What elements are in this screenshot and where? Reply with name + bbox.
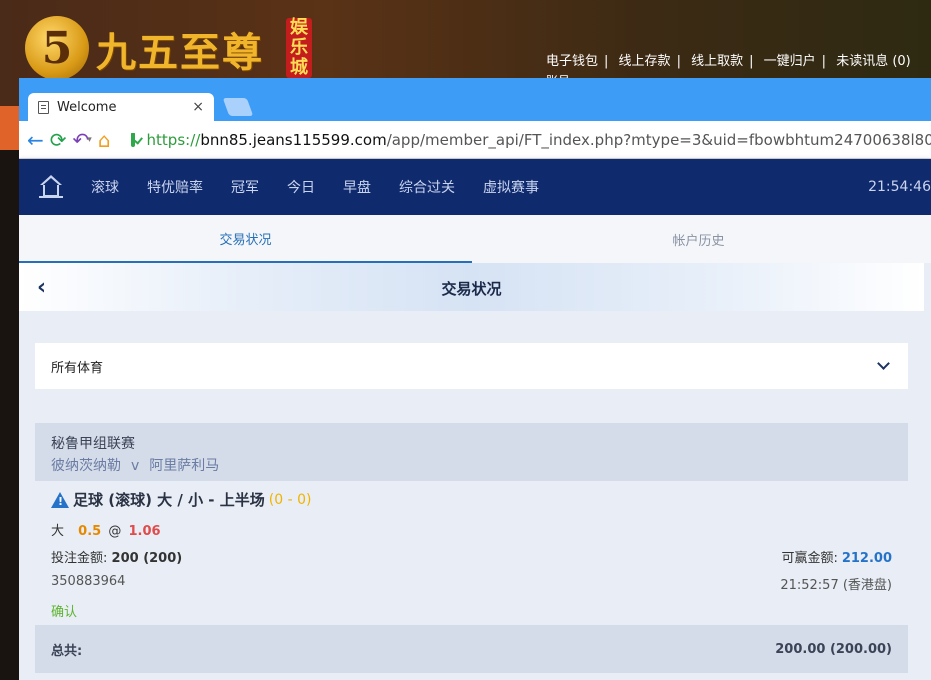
match-score: (0 - 0) [268, 491, 312, 508]
nav-virtual[interactable]: 虚拟赛事 [483, 177, 539, 197]
topnav-withdraw[interactable]: 线上取款 [691, 54, 743, 69]
page-title: 交易状况 [441, 280, 502, 298]
topnav-deposit[interactable]: 线上存款 [619, 54, 671, 69]
stake-value: 200 (200) [111, 551, 183, 566]
chevron-down-icon [877, 357, 890, 370]
home-team: 彼纳茨纳勒 [51, 458, 121, 474]
topnav-messages[interactable]: 未读讯息 (0) [836, 54, 911, 69]
casino-logo-badge: 娱乐城 [286, 18, 312, 78]
bet-card: 足球 (滚球) 大 / 小 - 上半场 (0 - 0) 大 0.5 @ 1.06… [35, 481, 908, 625]
topnav-ewallet[interactable]: 电子钱包 [546, 54, 598, 69]
browser-tab[interactable]: Welcome × [28, 93, 214, 121]
new-tab-button[interactable] [222, 98, 254, 116]
league-name: 秘鲁甲组联赛 [51, 436, 135, 452]
sport-filter-dropdown[interactable]: 所有体育 [35, 343, 908, 389]
bet-handicap: 0.5 [78, 524, 102, 539]
page-icon [38, 100, 49, 114]
address-bar: ← ⟳ ↶ ▾ ⌂ https://bnn85.jeans115599.com/… [19, 121, 931, 159]
casino-logo-text: 九五至尊 [96, 29, 264, 76]
site-navigation: 滚球 特优赔率 冠军 今日 早盘 综合过关 虚拟赛事 21:54:46 [19, 159, 931, 215]
nav-parlay[interactable]: 综合过关 [399, 177, 455, 197]
casino-logo-icon: 5 [25, 16, 89, 80]
total-label: 总共: [51, 643, 83, 659]
main-content: 所有体育 秘鲁甲组联赛 彼纳茨纳勒 v 阿里萨利马 足球 (滚球) 大 / 小 - … [19, 311, 931, 680]
win-label: 可赢金额: [781, 551, 838, 566]
back-arrow-icon[interactable]: ← [27, 128, 44, 152]
home-icon[interactable]: ⌂ [98, 128, 111, 152]
clock: 21:54:46 [868, 179, 931, 195]
site-home-icon[interactable] [39, 175, 63, 199]
status-badge: 确认 [51, 605, 78, 620]
sub-tabs: 交易状况 帐户历史 [19, 215, 931, 263]
away-team: 阿里萨利马 [149, 458, 220, 474]
match-teams: 彼纳茨纳勒 v 阿里萨利马 [51, 455, 892, 475]
bet-odds: 1.06 [128, 524, 161, 539]
total-row: 总共: 200.00 (200.00) [35, 625, 908, 673]
nav-today[interactable]: 今日 [287, 177, 315, 197]
nav-special-odds[interactable]: 特优赔率 [147, 177, 203, 197]
warning-icon [51, 491, 69, 508]
url-input[interactable]: https://bnn85.jeans115599.com/app/member… [147, 131, 931, 149]
bet-market: 足球 (滚球) 大 / 小 - 上半场 [73, 491, 265, 509]
browser-tab-bar: Welcome × [19, 78, 931, 121]
ticket-id: 350883964 [51, 574, 126, 589]
nav-early[interactable]: 早盘 [343, 177, 371, 197]
background-orange-strip [0, 106, 19, 150]
tab-transaction-status[interactable]: 交易状况 [19, 215, 472, 263]
at-symbol: @ [108, 524, 122, 539]
sport-filter-value: 所有体育 [51, 360, 104, 376]
page-title-bar: ‹ 交易状况 [19, 263, 924, 311]
vs-label: v [131, 458, 140, 474]
total-value: 200.00 (200.00) [775, 641, 892, 657]
browser-window: Welcome × ← ⟳ ↶ ▾ ⌂ https://bnn85.jeans1… [19, 78, 931, 680]
undo-dropdown-icon[interactable]: ▾ [87, 135, 92, 145]
bet-time: 21:52:57 (香港盘) [780, 578, 892, 593]
win-value: 212.00 [841, 551, 892, 566]
security-shield-icon[interactable] [130, 132, 135, 147]
close-icon[interactable]: × [192, 99, 204, 115]
tab-account-history[interactable]: 帐户历史 [472, 215, 925, 263]
background-dark-strip [0, 150, 19, 680]
topnav-consolidate[interactable]: 一键归户 [764, 54, 816, 69]
refresh-icon[interactable]: ⟳ [50, 128, 67, 152]
league-header: 秘鲁甲组联赛 彼纳茨纳勒 v 阿里萨利马 [35, 423, 908, 481]
tab-title: Welcome [57, 99, 117, 115]
nav-outright[interactable]: 冠军 [231, 177, 259, 197]
casino-top-nav: 电子钱包 | 线上存款 | 线上取款 | 一键归户 | 未读讯息 (0) [546, 54, 911, 69]
stake-label: 投注金额: [51, 551, 108, 566]
nav-in-play[interactable]: 滚球 [91, 177, 119, 197]
bet-selection: 大 [51, 524, 65, 539]
